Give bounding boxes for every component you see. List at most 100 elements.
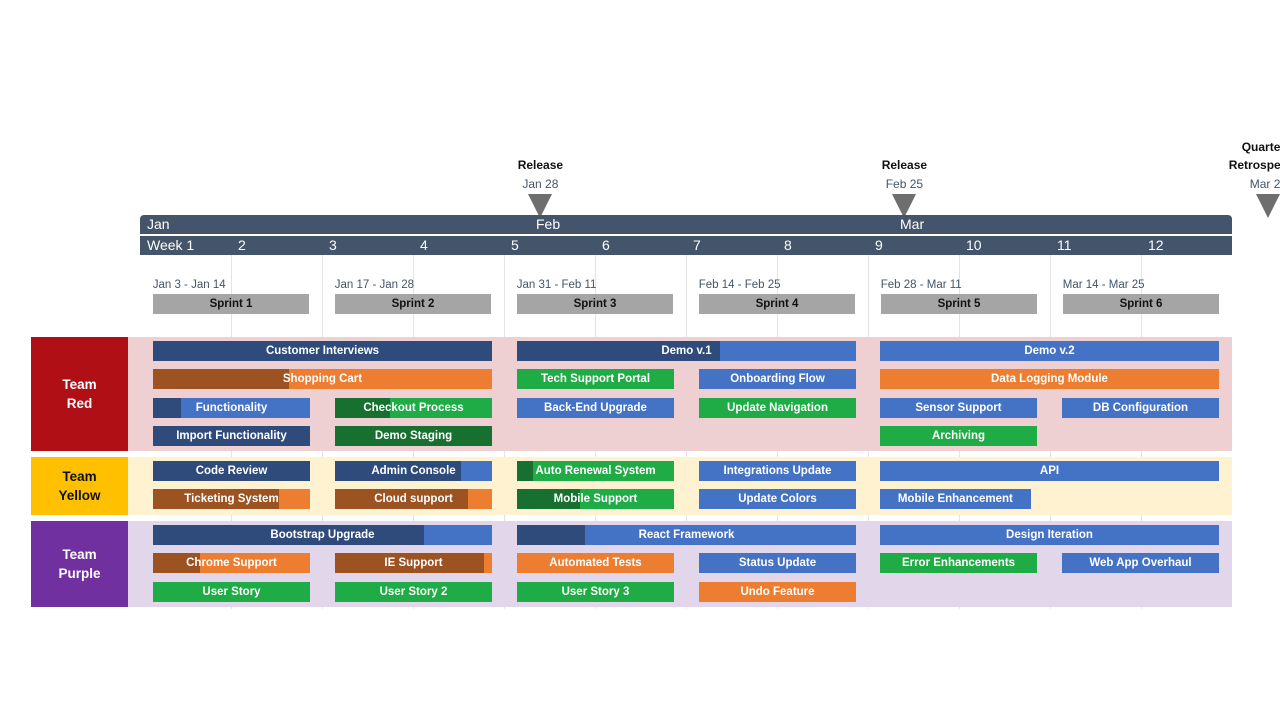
- task-label: Demo v.1: [661, 345, 712, 357]
- task-progress: [153, 369, 289, 390]
- task-bar[interactable]: Update Navigation: [699, 397, 856, 418]
- task-label: Update Navigation: [727, 401, 828, 414]
- sprint-dates: Mar 14 - Mar 25: [1062, 279, 1145, 291]
- team-label: Team Yellow: [31, 457, 128, 515]
- task-progress: [517, 461, 533, 481]
- month-label: Mar: [900, 216, 925, 232]
- task-bar[interactable]: Archiving: [880, 425, 1037, 446]
- task-label: Error Enhancements: [901, 557, 1016, 570]
- week-label: 9: [875, 237, 883, 253]
- week-label: 3: [329, 237, 337, 253]
- sprint-bar[interactable]: Sprint 6: [1062, 294, 1220, 314]
- task-bar[interactable]: Integrations Update: [699, 461, 856, 481]
- sprint-bar[interactable]: Sprint 5: [880, 294, 1038, 314]
- task-bar[interactable]: Functionality: [153, 397, 310, 418]
- task-bar[interactable]: React Framework: [517, 525, 856, 545]
- task-bar[interactable]: Web App Overhaul: [1062, 553, 1219, 574]
- task-bar[interactable]: Undo Feature: [699, 581, 856, 602]
- week-label: 7: [693, 237, 701, 253]
- task-bar[interactable]: Code Review: [153, 461, 310, 481]
- week-label: 12: [1148, 237, 1164, 253]
- sprint-bar[interactable]: Sprint 2: [334, 294, 492, 314]
- task-label: Undo Feature: [740, 585, 815, 598]
- task-bar[interactable]: Import Functionality: [153, 425, 310, 446]
- task-label: User Story: [202, 585, 261, 598]
- milestone-date: Jan 28: [522, 177, 559, 191]
- task-bar[interactable]: User Story 3: [517, 581, 674, 602]
- task-label: Shopping Cart: [282, 373, 363, 386]
- task-label: IE Support: [384, 557, 443, 570]
- sprint-dates: Jan 17 - Jan 28: [334, 279, 415, 291]
- milestone-marker-icon[interactable]: [1256, 194, 1280, 218]
- sprint-bar[interactable]: Sprint 3: [516, 294, 674, 314]
- milestone-date: Feb 25: [885, 177, 924, 191]
- task-bar[interactable]: Error Enhancements: [880, 553, 1037, 574]
- month-header: Jan Feb Mar: [140, 215, 1232, 234]
- month-label: Jan: [147, 216, 170, 232]
- task-label: DB Configuration: [1092, 401, 1189, 414]
- week-label: 10: [966, 237, 982, 253]
- task-bar[interactable]: Sensor Support: [880, 397, 1037, 418]
- task-label: Customer Interviews: [265, 345, 380, 357]
- task-label: Update Colors: [738, 493, 817, 506]
- sprint-dates: Jan 3 - Jan 14: [152, 279, 226, 291]
- task-label: Onboarding Flow: [730, 373, 825, 386]
- task-bar[interactable]: Update Colors: [699, 489, 856, 510]
- week-label: 8: [784, 237, 792, 253]
- task-label: Integrations Update: [723, 465, 832, 477]
- task-label: Demo Staging: [374, 429, 453, 442]
- task-label: React Framework: [638, 529, 735, 541]
- task-label: Automated Tests: [549, 557, 642, 570]
- week-label: 4: [420, 237, 428, 253]
- sprint-dates: Feb 14 - Feb 25: [698, 279, 781, 291]
- task-label: User Story 2: [379, 585, 448, 598]
- task-bar[interactable]: Checkout Process: [335, 397, 492, 418]
- task-bar[interactable]: Cloud support: [335, 489, 492, 510]
- task-progress: [153, 397, 182, 418]
- task-bar[interactable]: Onboarding Flow: [699, 369, 856, 390]
- task-bar[interactable]: Admin Console: [335, 461, 492, 481]
- week-label: 5: [511, 237, 519, 253]
- task-bar[interactable]: Customer Interviews: [153, 341, 492, 361]
- task-bar[interactable]: Automated Tests: [517, 553, 674, 574]
- task-bar[interactable]: Chrome Support: [153, 553, 310, 574]
- milestone-title: Release: [517, 158, 564, 172]
- task-bar[interactable]: API: [880, 461, 1219, 481]
- task-bar[interactable]: Data Logging Module: [880, 369, 1219, 390]
- task-progress: [517, 525, 585, 545]
- sprint-bar[interactable]: Sprint 4: [698, 294, 856, 314]
- task-label: Mobile Support: [553, 493, 638, 506]
- sprint-bar[interactable]: Sprint 1: [152, 294, 310, 314]
- task-bar[interactable]: User Story: [153, 581, 310, 602]
- task-bar[interactable]: Bootstrap Upgrade: [153, 525, 492, 545]
- task-bar[interactable]: Mobile Support: [517, 489, 674, 510]
- task-bar[interactable]: Demo v.2: [880, 341, 1219, 361]
- task-bar[interactable]: IE Support: [335, 553, 492, 574]
- task-bar[interactable]: Auto Renewal System: [517, 461, 674, 481]
- task-label: Data Logging Module: [991, 373, 1108, 386]
- task-label: Archiving: [931, 429, 986, 442]
- task-bar[interactable]: Back-End Upgrade: [517, 397, 674, 418]
- task-label: Functionality: [195, 401, 268, 414]
- task-bar[interactable]: User Story 2: [335, 581, 492, 602]
- task-bar[interactable]: Mobile Enhancement: [880, 489, 1031, 510]
- task-bar[interactable]: Demo Staging: [335, 425, 492, 446]
- task-label: Back-End Upgrade: [544, 401, 647, 414]
- week-label: 6: [602, 237, 610, 253]
- task-bar[interactable]: Shopping Cart: [153, 369, 492, 390]
- task-label: Checkout Process: [363, 401, 464, 414]
- task-label: Tech Support Portal: [540, 373, 651, 386]
- week-label: 11: [1057, 237, 1072, 253]
- task-bar[interactable]: Design Iteration: [880, 525, 1219, 545]
- task-label: Mobile Enhancement: [897, 493, 1013, 506]
- task-label: Chrome Support: [186, 557, 277, 570]
- task-bar[interactable]: Tech Support Portal: [517, 369, 674, 390]
- task-label: Auto Renewal System: [535, 465, 656, 477]
- sprint-dates: Jan 31 - Feb 11: [516, 279, 597, 291]
- task-bar[interactable]: Status Update: [699, 553, 856, 574]
- task-bar[interactable]: Ticketing System: [153, 489, 310, 510]
- task-bar[interactable]: Demo v.1: [517, 341, 856, 361]
- task-label: Sensor Support: [915, 401, 1002, 414]
- task-bar[interactable]: DB Configuration: [1062, 397, 1219, 418]
- task-label: Web App Overhaul: [1089, 557, 1192, 570]
